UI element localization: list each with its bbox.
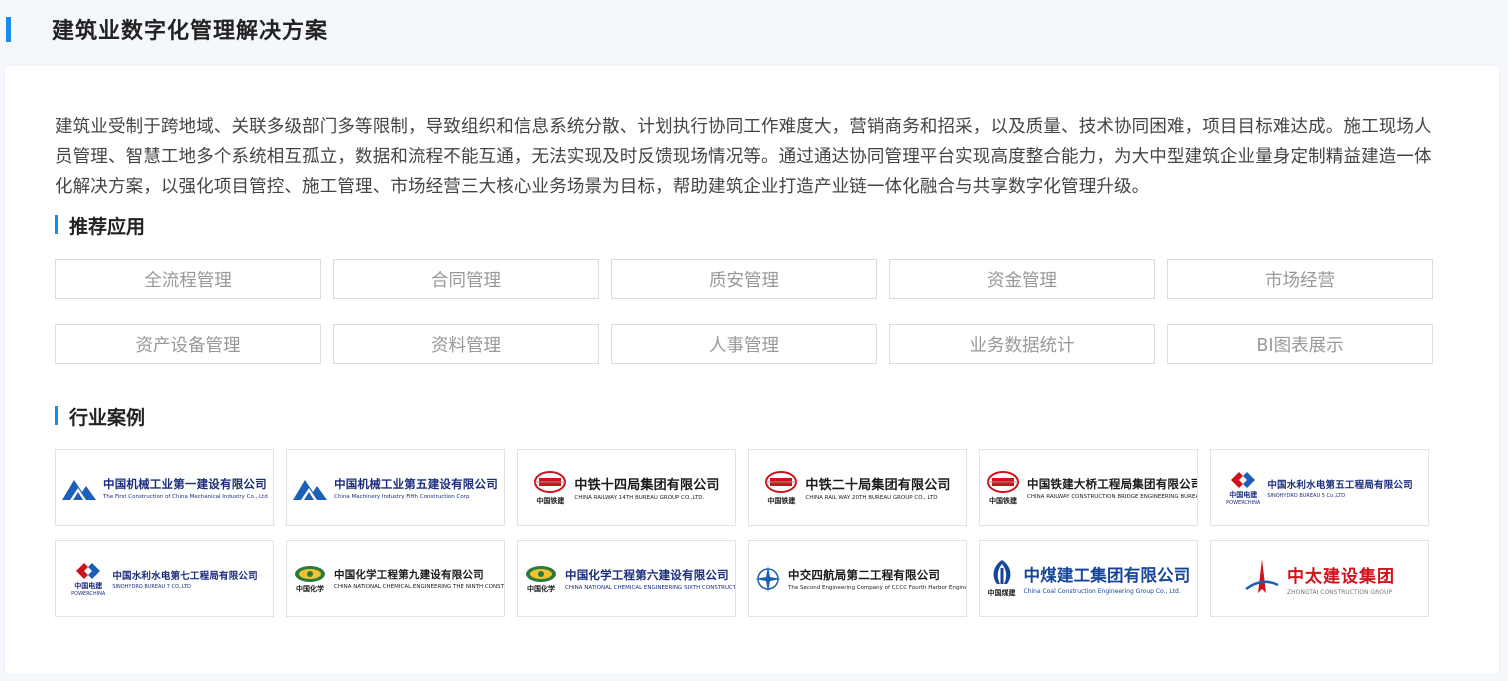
app-button-9[interactable]: 业务数据统计 xyxy=(889,324,1155,364)
logo-emblem: 中国铁建 xyxy=(764,470,798,506)
case-logo-tile-1[interactable]: 中国机械工业第一建设有限公司 The First Construction of … xyxy=(55,449,274,526)
logo-emblem: 中国铁建 xyxy=(986,470,1020,506)
company-name: 中铁二十局集团有限公司 xyxy=(805,478,951,493)
powerchina-logo-icon xyxy=(1231,471,1256,488)
case-logo-tile-3[interactable]: 中国铁建 中铁十四局集团有限公司 CHINA RAILWAY 14TH BUREAU… xyxy=(517,449,736,526)
logo-group-name: 中国煤建 xyxy=(987,588,1016,597)
case-logo-tile-12[interactable]: 中太建设集团 ZHONGTAI CONSTRUCTION GROUP xyxy=(1210,540,1429,617)
case-logo-tile-7[interactable]: 中国电建 POWERCHINA 中国水利水电第七工程局有限公司 SINOHYDRO B… xyxy=(55,540,274,617)
company-name-en: CHINA NATIONAL CHEMICAL ENGINEERING SIXT… xyxy=(565,584,736,591)
company-name-en: CHINA RAILWAY 14TH BUREAU GROUP CO.,LTD. xyxy=(574,495,705,501)
company-name: 中太建设集团 xyxy=(1287,566,1395,587)
logo-group-name: 中国电建 xyxy=(1229,490,1258,499)
app-button-6[interactable]: 资产设备管理 xyxy=(55,324,321,364)
logo-group-name: 中国铁建 xyxy=(989,496,1017,505)
case-logo-tile-5[interactable]: 中国铁建 中国铁建大桥工程局集团有限公司 CHINA RAILWAY CONSTRU… xyxy=(979,449,1198,526)
logo-emblem: 中国电建 POWERCHINA xyxy=(71,561,105,597)
cncec-logo-icon xyxy=(526,565,556,582)
company-name: 中铁十四局集团有限公司 xyxy=(574,478,720,493)
app-button-3[interactable]: 质安管理 xyxy=(611,259,877,299)
company-name: 中交四航局第二工程有限公司 xyxy=(788,567,941,582)
case-logo-tile-6[interactable]: 中国电建 POWERCHINA 中国水利水电第五工程局有限公司 SINOHYDRO B… xyxy=(1210,449,1429,526)
logo-emblem xyxy=(755,565,781,592)
page-header: 建筑业数字化管理解决方案 xyxy=(0,0,1508,58)
company-name: 中国铁建大桥工程局集团有限公司 xyxy=(1027,476,1198,491)
company-name-en: CHINA RAIL WAY 20TH BUREAU GROUP CO., LT… xyxy=(805,495,938,501)
company-name-en: SINOHYDRO BUREAU 7 CO.,LTD xyxy=(112,583,191,590)
crcc-logo-icon xyxy=(534,470,567,493)
case-logo-tile-9[interactable]: 中国化学 中国化学工程第六建设有限公司 CHINA NATIONAL CHEMICA… xyxy=(517,540,736,617)
mountain-logo-icon xyxy=(293,479,328,500)
company-name: 中国化学工程第九建设有限公司 xyxy=(334,569,484,581)
company-name-en: The First Construction of China Mechanic… xyxy=(103,493,268,500)
company-name: 中煤建工集团有限公司 xyxy=(1023,566,1191,585)
recommended-apps-title: 推荐应用 xyxy=(55,212,145,239)
logo-emblem: 中国电建 POWERCHINA xyxy=(1226,470,1260,506)
company-name: 中国水利水电第七工程局有限公司 xyxy=(112,570,258,582)
case-logo-tile-8[interactable]: 中国化学 中国化学工程第九建设有限公司 CHINA NATIONAL CHEMICA… xyxy=(286,540,505,617)
logo-emblem: 中国煤建 xyxy=(987,559,1017,598)
company-name-en: China Machinery Industry Fifth Construct… xyxy=(334,493,470,500)
company-name-en: CHINA RAILWAY CONSTRUCTION BRIDGE ENGINE… xyxy=(1027,493,1197,500)
solution-card: 建筑业受制于跨地域、关联多级部门多等限制，导致组织和信息系统分散、计划执行协同工… xyxy=(5,66,1499,674)
logo-emblem xyxy=(62,476,96,500)
mountain-logo-icon xyxy=(62,479,96,500)
cccc-logo-icon xyxy=(755,565,781,592)
case-logo-tile-2[interactable]: 中国机械工业第五建设有限公司 China Machinery Industry F… xyxy=(286,449,505,526)
company-name-en: ZHONGTAI CONSTRUCTION GROUP xyxy=(1287,588,1392,596)
company-name: 中国机械工业第一建设有限公司 xyxy=(103,476,267,491)
app-button-10[interactable]: BI图表展示 xyxy=(1167,324,1433,364)
logo-emblem: 中国化学 xyxy=(293,564,327,594)
intro-paragraph: 建筑业受制于跨地域、关联多级部门多等限制，导致组织和信息系统分散、计划执行协同工… xyxy=(55,117,1432,197)
app-button-2[interactable]: 合同管理 xyxy=(333,259,599,299)
logo-emblem xyxy=(1244,558,1280,599)
case-logo-tile-10[interactable]: 中交四航局第二工程有限公司 The Second Engineering Comp… xyxy=(748,540,967,617)
company-name-en: The Second Engineering Company of CCCC F… xyxy=(788,584,966,591)
logo-group-name: 中国化学 xyxy=(296,584,324,593)
app-button-8[interactable]: 人事管理 xyxy=(611,324,877,364)
coal-logo-icon xyxy=(993,559,1010,584)
company-name: 中国化学工程第六建设有限公司 xyxy=(565,567,729,582)
crcc-logo-icon xyxy=(765,470,798,493)
logo-emblem: 中国铁建 xyxy=(533,470,567,506)
logo-group-name-en: POWERCHINA xyxy=(71,590,106,597)
logo-group-name-en: POWERCHINA xyxy=(1226,499,1261,506)
app-button-1[interactable]: 全流程管理 xyxy=(55,259,321,299)
cncec-logo-icon xyxy=(295,565,325,582)
app-button-7[interactable]: 资料管理 xyxy=(333,324,599,364)
logo-emblem xyxy=(293,476,328,500)
company-name: 中国水利水电第五工程局有限公司 xyxy=(1267,479,1413,491)
logo-group-name: 中国化学 xyxy=(527,584,555,593)
zhongtai-logo-icon xyxy=(1245,558,1279,593)
page-title: 建筑业数字化管理解决方案 xyxy=(52,19,329,44)
app-button-4[interactable]: 资金管理 xyxy=(889,259,1155,299)
company-name-en: CHINA NATIONAL CHEMICAL ENGINEERING THE … xyxy=(334,584,504,590)
logo-emblem: 中国化学 xyxy=(524,564,558,594)
app-button-5[interactable]: 市场经营 xyxy=(1167,259,1433,299)
case-logo-tile-11[interactable]: 中国煤建 中煤建工集团有限公司 China Coal Construction En… xyxy=(979,540,1198,617)
logo-group-name: 中国铁建 xyxy=(767,496,796,505)
case-logo-tile-4[interactable]: 中国铁建 中铁二十局集团有限公司 CHINA RAIL WAY 20TH BUREA… xyxy=(748,449,967,526)
logo-group-name: 中国铁建 xyxy=(536,496,565,505)
company-name: 中国机械工业第五建设有限公司 xyxy=(334,476,498,491)
logo-group-name: 中国电建 xyxy=(74,581,103,590)
company-name-en: SINOHYDRO BUREAU 5 Co.,LTD xyxy=(1267,492,1346,499)
powerchina-logo-icon xyxy=(76,562,101,579)
title-accent-bar xyxy=(6,17,11,42)
company-name-en: China Coal Construction Engineering Grou… xyxy=(1023,588,1181,595)
crcc-logo-icon xyxy=(987,470,1019,493)
industry-cases-title: 行业案例 xyxy=(55,403,145,430)
